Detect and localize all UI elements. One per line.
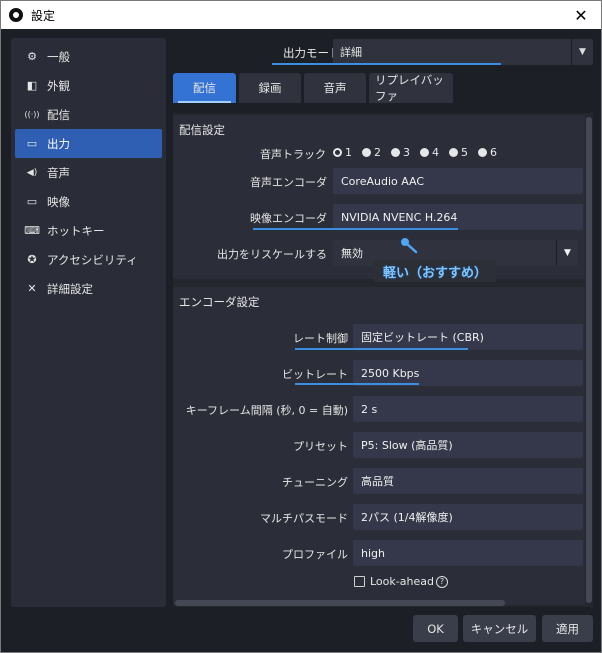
pin-icon bbox=[401, 238, 418, 254]
accessibility-icon: ✪ bbox=[27, 253, 37, 266]
audio-track-radio-3[interactable]: 3 bbox=[391, 146, 410, 159]
output-mode-label: 出力モード bbox=[283, 46, 341, 60]
highlight-underline bbox=[295, 383, 419, 385]
settings-panel: 配信設定 音声トラック 1 2 3 4 5 6 音声エンコーダ CoreAudi… bbox=[173, 113, 593, 607]
preset-select[interactable]: P5: Slow (高品質) bbox=[353, 432, 583, 458]
sidebar-item-appearance[interactable]: ◧ 外観 bbox=[15, 71, 162, 100]
tab-recording[interactable]: 録画 bbox=[239, 73, 301, 103]
close-icon[interactable]: ✕ bbox=[561, 1, 601, 29]
sidebar-item-label: 詳細設定 bbox=[47, 281, 93, 296]
audio-track-label: 音声トラック bbox=[260, 148, 326, 161]
sidebar-item-label: ホットキー bbox=[47, 223, 105, 238]
tab-replay-buffer[interactable]: リプレイバッファ bbox=[369, 73, 453, 103]
window-title: 設定 bbox=[31, 8, 56, 23]
speaker-icon: ◀) bbox=[26, 167, 38, 178]
scrollbar-thumb[interactable] bbox=[586, 117, 592, 603]
tools-icon: ✕ bbox=[27, 282, 37, 295]
sidebar-item-hotkeys[interactable]: ⌨ ホットキー bbox=[15, 216, 162, 245]
radio-icon bbox=[478, 148, 487, 157]
multipass-select[interactable]: 2パス (1/4解像度) bbox=[353, 504, 583, 530]
highlight-underline bbox=[272, 63, 501, 65]
radio-icon bbox=[391, 148, 400, 157]
apply-button[interactable]: 適用 bbox=[542, 615, 593, 642]
preset-label: プリセット bbox=[293, 440, 348, 453]
sidebar-item-label: 一般 bbox=[47, 49, 70, 64]
keyframe-label: キーフレーム間隔 (秒, 0 = 自動) bbox=[185, 404, 348, 417]
settings-window: 設定 ✕ ⚙ 一般 ◧ 外観 ((·)) 配信 ▭ 出力 ◀) 音声 ▭ 映像 … bbox=[0, 0, 602, 653]
sidebar-item-label: アクセシビリティ bbox=[47, 252, 138, 267]
tooltip-recommended: 軽い（おすすめ） bbox=[374, 260, 496, 282]
sidebar-item-stream[interactable]: ((·)) 配信 bbox=[15, 100, 162, 129]
chevron-down-icon[interactable]: ▼ bbox=[556, 240, 578, 266]
tab-audio[interactable]: 音声 bbox=[304, 73, 366, 103]
scrollbar-thumb[interactable] bbox=[175, 600, 505, 606]
stream-icon: ((·)) bbox=[24, 110, 40, 119]
obs-logo-icon bbox=[9, 8, 23, 22]
output-mode-select[interactable]: 詳細 ▼ bbox=[333, 39, 593, 65]
highlight-underline bbox=[253, 228, 458, 230]
audio-encoder-label: 音声エンコーダ bbox=[250, 176, 327, 189]
monitor-icon: ▭ bbox=[26, 195, 38, 208]
output-mode-row: 出力モード 詳細 ▼ bbox=[173, 39, 593, 65]
rescale-label: 出力をリスケールする bbox=[217, 248, 327, 261]
profile-label: プロファイル bbox=[282, 548, 348, 561]
tuning-select[interactable]: 高品質 bbox=[353, 468, 583, 494]
stream-settings-title: 配信設定 bbox=[179, 123, 225, 137]
encoder-settings-title: エンコーダ設定 bbox=[179, 295, 260, 309]
profile-select[interactable]: high bbox=[353, 540, 583, 566]
sidebar-item-advanced[interactable]: ✕ 詳細設定 bbox=[15, 274, 162, 303]
stream-settings-group: 配信設定 音声トラック 1 2 3 4 5 6 音声エンコーダ CoreAudi… bbox=[173, 115, 585, 279]
appearance-icon: ◧ bbox=[26, 79, 38, 92]
video-encoder-label: 映像エンコーダ bbox=[250, 212, 327, 225]
output-icon: ▭ bbox=[26, 137, 38, 150]
rate-control-select[interactable]: 固定ビットレート (CBR) bbox=[353, 324, 583, 350]
audio-track-radio-1[interactable]: 1 bbox=[333, 146, 352, 159]
ok-button[interactable]: OK bbox=[413, 615, 458, 642]
vertical-scrollbar[interactable] bbox=[585, 113, 593, 607]
horizontal-scrollbar[interactable] bbox=[173, 599, 585, 607]
video-encoder-select[interactable]: NVIDIA NVENC H.264 bbox=[333, 204, 583, 230]
sidebar-item-accessibility[interactable]: ✪ アクセシビリティ bbox=[15, 245, 162, 274]
tab-stream[interactable]: 配信 bbox=[173, 73, 236, 103]
lookahead-checkbox[interactable]: Look-ahead ? bbox=[354, 575, 448, 588]
audio-track-radios: 1 2 3 4 5 6 bbox=[333, 146, 507, 159]
sidebar-item-label: 出力 bbox=[47, 136, 70, 151]
audio-track-radio-2[interactable]: 2 bbox=[362, 146, 381, 159]
audio-track-radio-5[interactable]: 5 bbox=[449, 146, 468, 159]
sidebar: ⚙ 一般 ◧ 外観 ((·)) 配信 ▭ 出力 ◀) 音声 ▭ 映像 ⌨ ホット… bbox=[11, 38, 166, 607]
rate-control-label: レート制御 bbox=[293, 332, 348, 345]
bitrate-label: ビットレート bbox=[282, 368, 348, 381]
radio-icon bbox=[333, 148, 342, 157]
sidebar-item-label: 外観 bbox=[47, 78, 70, 93]
rescale-value: 無効 bbox=[341, 247, 363, 260]
output-tabs: 配信 録画 音声 リプレイバッファ bbox=[173, 73, 456, 103]
sidebar-item-label: 配信 bbox=[47, 107, 70, 122]
keyframe-input[interactable]: 2 s bbox=[353, 396, 583, 422]
radio-icon bbox=[362, 148, 371, 157]
lookahead-label: Look-ahead bbox=[370, 575, 434, 588]
cancel-button[interactable]: キャンセル bbox=[463, 615, 536, 642]
sidebar-item-label: 映像 bbox=[47, 194, 70, 209]
sidebar-item-label: 音声 bbox=[47, 165, 70, 180]
help-icon[interactable]: ? bbox=[435, 575, 448, 588]
checkbox-icon[interactable] bbox=[354, 576, 365, 587]
title-bar: 設定 ✕ bbox=[1, 1, 601, 29]
gear-icon: ⚙ bbox=[27, 50, 37, 63]
sidebar-item-general[interactable]: ⚙ 一般 bbox=[15, 42, 162, 71]
output-mode-value: 詳細 bbox=[340, 46, 362, 59]
multipass-label: マルチパスモード bbox=[260, 512, 348, 525]
sidebar-item-audio[interactable]: ◀) 音声 bbox=[15, 158, 162, 187]
radio-icon bbox=[420, 148, 429, 157]
tuning-label: チューニング bbox=[282, 476, 348, 489]
sidebar-item-output[interactable]: ▭ 出力 bbox=[15, 129, 162, 158]
audio-encoder-select[interactable]: CoreAudio AAC bbox=[333, 168, 583, 194]
chevron-down-icon[interactable]: ▼ bbox=[571, 39, 593, 65]
highlight-underline bbox=[295, 348, 468, 350]
radio-icon bbox=[449, 148, 458, 157]
encoder-settings-group: エンコーダ設定 レート制御 固定ビットレート (CBR) ビットレート 2500… bbox=[173, 287, 585, 605]
audio-track-radio-4[interactable]: 4 bbox=[420, 146, 439, 159]
sidebar-item-video[interactable]: ▭ 映像 bbox=[15, 187, 162, 216]
keyboard-icon: ⌨ bbox=[24, 224, 40, 237]
audio-track-radio-6[interactable]: 6 bbox=[478, 146, 497, 159]
